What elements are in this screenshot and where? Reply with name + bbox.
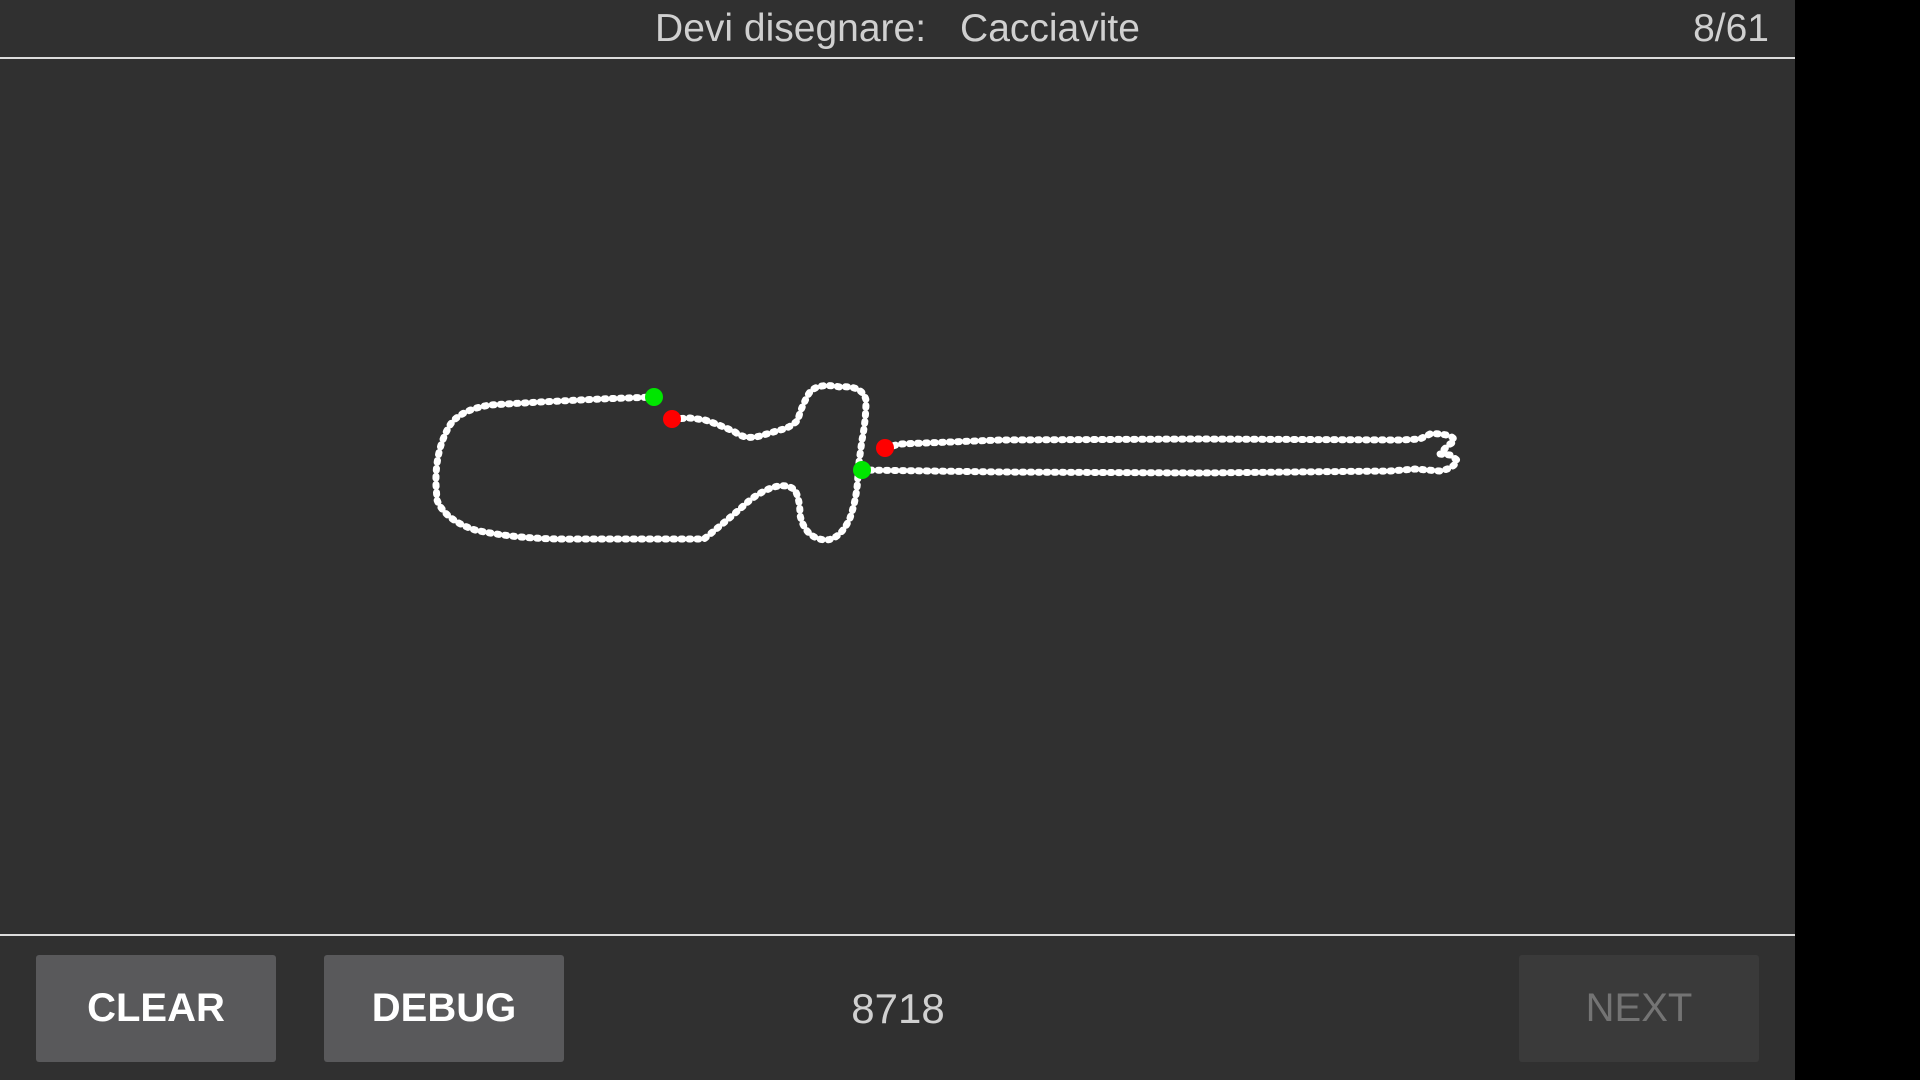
stroke-handle	[432, 382, 870, 544]
stroke-start-marker	[853, 461, 871, 479]
stroke-start-marker	[645, 388, 663, 406]
prompt-label: Devi disegnare:	[655, 6, 927, 50]
score-value: 8718	[851, 985, 945, 1032]
stroke-end-marker	[876, 439, 894, 457]
target-word: Cacciavite	[960, 6, 1140, 50]
drawing-canvas[interactable]	[0, 59, 1795, 934]
stroke-shaft	[858, 430, 1461, 477]
stroke-end-marker	[663, 410, 681, 428]
clear-button[interactable]: CLEAR	[36, 955, 276, 1062]
footer-bar: CLEAR DEBUG 8718 NEXT	[0, 936, 1795, 1080]
side-black-bar	[1795, 0, 1920, 1080]
progress-counter: 8/61	[1693, 7, 1769, 50]
header-bar: Devi disegnare: Cacciavite 8/61	[0, 0, 1795, 57]
next-button[interactable]: NEXT	[1519, 955, 1759, 1062]
prompt: Devi disegnare: Cacciavite	[0, 0, 1795, 57]
debug-button[interactable]: DEBUG	[324, 955, 564, 1062]
drawing-screen: Devi disegnare: Cacciavite 8/61 CLEAR DEB…	[0, 0, 1795, 1080]
